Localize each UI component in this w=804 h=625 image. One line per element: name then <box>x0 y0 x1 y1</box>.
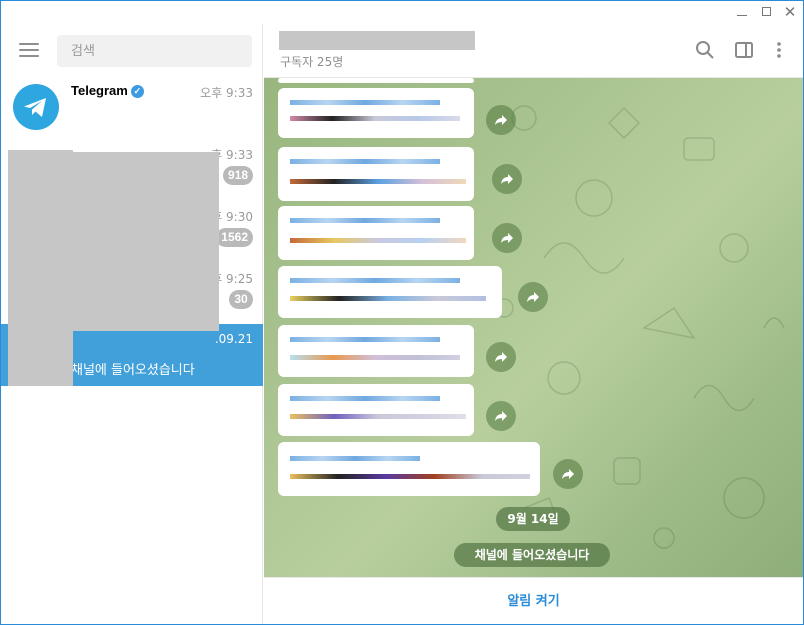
date-separator: 9월 14일 <box>496 507 570 531</box>
redacted-text <box>290 355 460 360</box>
search-icon[interactable] <box>694 39 716 61</box>
unmute-button[interactable]: 알림 켜기 <box>264 578 803 625</box>
redacted-text <box>290 218 440 223</box>
service-message: 채널에 들어오셨습니다 <box>454 543 610 567</box>
message-bubble[interactable] <box>278 384 474 436</box>
message-bubble[interactable] <box>278 442 540 496</box>
unread-badge: 918 <box>222 166 253 185</box>
redacted-text <box>290 414 466 419</box>
share-icon[interactable] <box>492 223 522 253</box>
maximize-button[interactable] <box>755 3 777 21</box>
sidebar-toggle-icon[interactable] <box>733 39 755 61</box>
subscriber-count: 구독자 25명 <box>280 55 344 69</box>
minimize-button[interactable] <box>731 3 753 21</box>
chat-name: Telegram ✓ <box>71 83 144 98</box>
telegram-logo-icon <box>13 84 59 130</box>
redacted-text <box>290 238 466 243</box>
redacted-text <box>290 296 486 301</box>
menu-icon[interactable] <box>19 43 39 57</box>
redacted-text <box>290 456 420 461</box>
chat-preview: 채널에 들어오셨습니다 <box>71 363 195 378</box>
message-history[interactable]: 9월 14일 채널에 들어오셨습니다 <box>264 78 803 577</box>
maximize-icon <box>761 7 771 16</box>
message-bubble[interactable] <box>278 206 474 260</box>
search-input[interactable] <box>57 35 252 67</box>
close-icon: ✕ <box>783 3 797 21</box>
redacted-text <box>290 100 440 105</box>
unread-badge: 1562 <box>216 228 253 247</box>
verified-icon: ✓ <box>130 85 144 98</box>
redacted-text <box>290 278 460 283</box>
chat-item-telegram[interactable]: Telegram ✓ 오후 9:33 <box>1 76 263 138</box>
more-vertical-icon[interactable] <box>768 39 790 61</box>
chat-time: .09.21 <box>214 332 253 346</box>
redacted-text <box>290 179 466 184</box>
redacted-text <box>290 159 440 164</box>
chat-time: 오후 9:33 <box>200 86 253 100</box>
redacted-text <box>290 116 460 121</box>
unread-badge: 30 <box>229 290 253 309</box>
share-icon[interactable] <box>486 342 516 372</box>
redacted-text <box>290 396 440 401</box>
share-icon[interactable] <box>486 401 516 431</box>
message-bubble[interactable] <box>278 266 502 318</box>
message-bubble[interactable] <box>278 78 474 83</box>
share-icon[interactable] <box>553 459 583 489</box>
redacted-text <box>290 474 530 479</box>
share-icon[interactable] <box>492 164 522 194</box>
minimize-icon <box>737 15 747 16</box>
chat-header: 구독자 25명 <box>264 24 803 78</box>
redacted-channel-title <box>279 31 475 50</box>
close-button[interactable]: ✕ <box>779 3 801 21</box>
title-bar: ✕ <box>1 1 803 24</box>
bottom-bar: 알림 켜기 <box>264 577 803 624</box>
message-bubble[interactable] <box>278 325 474 377</box>
redacted-area <box>73 152 219 331</box>
share-icon[interactable] <box>518 282 548 312</box>
message-bubble[interactable] <box>278 88 474 138</box>
share-icon[interactable] <box>486 105 516 135</box>
chat-list-sidebar: Telegram✓ 오후 9:33 후 9:33 918 후 9:30 1562… <box>1 24 263 624</box>
message-bubble[interactable] <box>278 147 474 201</box>
app-window: ✕ Telegram✓ 오후 9:33 후 9:33 918 후 9:30 15… <box>0 0 804 625</box>
redacted-area <box>8 150 73 386</box>
redacted-text <box>290 337 440 342</box>
